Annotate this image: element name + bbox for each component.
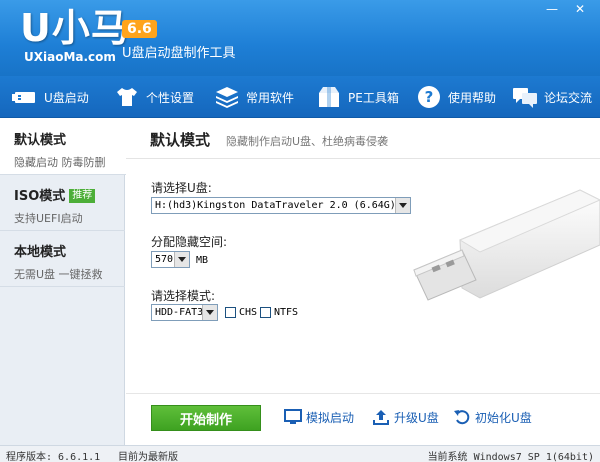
ntfs-checkbox[interactable]: NTFS (260, 307, 298, 318)
mode-label: 请选择模式: (151, 289, 216, 303)
chs-label: CHS (239, 307, 258, 318)
undo-icon (454, 410, 470, 425)
nav-forum[interactable]: 论坛交流 (512, 76, 592, 118)
monitor-icon (284, 409, 302, 424)
nav-personalize[interactable]: 个性设置 (114, 76, 194, 118)
nav-bar: U盘启动 个性设置 常用软件 PE工具箱 ? 使用帮助 论坛交流 (0, 76, 600, 118)
minimize-button[interactable]: — (544, 2, 560, 16)
disk-select-value: H:(hd3)Kingston DataTraveler 2.0 (6.64G) (155, 200, 396, 211)
sidebar-item-title: 默认模式 (14, 133, 67, 148)
upload-icon (373, 410, 389, 425)
disk-label: 请选择U盘: (151, 181, 212, 195)
title-bar: U小马 6.6 UXiaoMa.com U盘启动盘制作工具 — ✕ (0, 0, 600, 76)
help-icon: ? (418, 86, 440, 108)
page-description: 隐藏制作启动U盘、杜绝病毒侵袭 (226, 135, 389, 148)
sidebar-item-title: 本地模式 (14, 245, 67, 260)
app-logo: U小马 (20, 6, 130, 50)
svg-text:?: ? (425, 88, 434, 106)
content-header: 默认模式 隐藏制作启动U盘、杜绝病毒侵袭 (126, 119, 600, 159)
checkbox-box (260, 307, 271, 318)
ntfs-label: NTFS (274, 307, 299, 318)
nav-label: PE工具箱 (348, 90, 399, 105)
init-usb-button[interactable]: 初始化U盘 (453, 408, 532, 426)
mode-select[interactable]: HDD-FAT32 (151, 304, 218, 321)
chevron-down-icon (202, 305, 217, 320)
app-subtitle: U盘启动盘制作工具 (122, 46, 236, 61)
program-version: 程序版本: 6.6.1.1 (6, 452, 101, 462)
system-info: 当前系统 Windows7 SP 1(64bit) (427, 452, 594, 462)
chs-checkbox[interactable]: CHS (225, 307, 257, 318)
sidebar-item-default-mode[interactable]: 默认模式 隐藏启动 防毒防删 (0, 119, 126, 175)
nav-label: 论坛交流 (544, 90, 593, 105)
nav-pe-toolbox[interactable]: PE工具箱 (316, 76, 399, 118)
space-select-value: 570 (155, 254, 174, 265)
nav-usb-boot[interactable]: U盘启动 (12, 76, 89, 118)
sidebar-item-subtitle: 无需U盘 一键拯救 (14, 268, 103, 281)
chat-icon (513, 88, 537, 108)
version-badge: 6.6 (122, 20, 157, 38)
sidebar-item-title: ISO模式 (14, 189, 66, 204)
sidebar-item-iso-mode[interactable]: ISO模式 推荐 支持UEFI启动 (0, 175, 125, 231)
start-button[interactable]: 开始制作 (151, 405, 261, 431)
page-title: 默认模式 (150, 131, 211, 149)
usb-icon (12, 92, 35, 103)
disk-select[interactable]: H:(hd3)Kingston DataTraveler 2.0 (6.64G) (151, 197, 411, 214)
checkbox-box (225, 307, 236, 318)
update-status: 目前为最新版 (118, 452, 178, 462)
nav-label: 使用帮助 (448, 90, 497, 105)
space-unit: MB (196, 255, 209, 266)
recommend-badge: 推荐 (69, 189, 96, 203)
simulate-label: 模拟启动 (306, 410, 355, 425)
site-url: UXiaoMa.com (24, 50, 116, 64)
init-label: 初始化U盘 (475, 410, 532, 425)
nav-label: 个性设置 (146, 90, 195, 105)
space-select[interactable]: 570 (151, 251, 190, 268)
close-button[interactable]: ✕ (572, 2, 588, 16)
nav-software[interactable]: 常用软件 (214, 76, 294, 118)
sidebar-item-subtitle: 支持UEFI启动 (14, 212, 83, 225)
space-label: 分配隐藏空间: (151, 235, 228, 249)
stack-icon (216, 87, 238, 108)
nav-label: U盘启动 (44, 90, 89, 105)
simulate-boot-button[interactable]: 模拟启动 (284, 408, 354, 426)
status-bar: 程序版本: 6.6.1.1 目前为最新版 当前系统 Windows7 SP 1(… (0, 445, 600, 462)
box-icon (319, 87, 339, 107)
nav-help[interactable]: ? 使用帮助 (416, 76, 496, 118)
divider (126, 393, 600, 394)
nav-label: 常用软件 (246, 90, 295, 105)
sidebar-item-subtitle: 隐藏启动 防毒防删 (14, 156, 106, 169)
sidebar-item-local-mode[interactable]: 本地模式 无需U盘 一键拯救 (0, 231, 125, 287)
usb-drive-illustration (413, 189, 600, 301)
chevron-down-icon (174, 252, 189, 267)
mode-sidebar: 默认模式 隐藏启动 防毒防删 ISO模式 推荐 支持UEFI启动 本地模式 无需U… (0, 119, 126, 445)
upgrade-usb-button[interactable]: 升级U盘 (372, 408, 439, 426)
upgrade-label: 升级U盘 (394, 410, 439, 425)
shirt-icon (117, 88, 137, 106)
